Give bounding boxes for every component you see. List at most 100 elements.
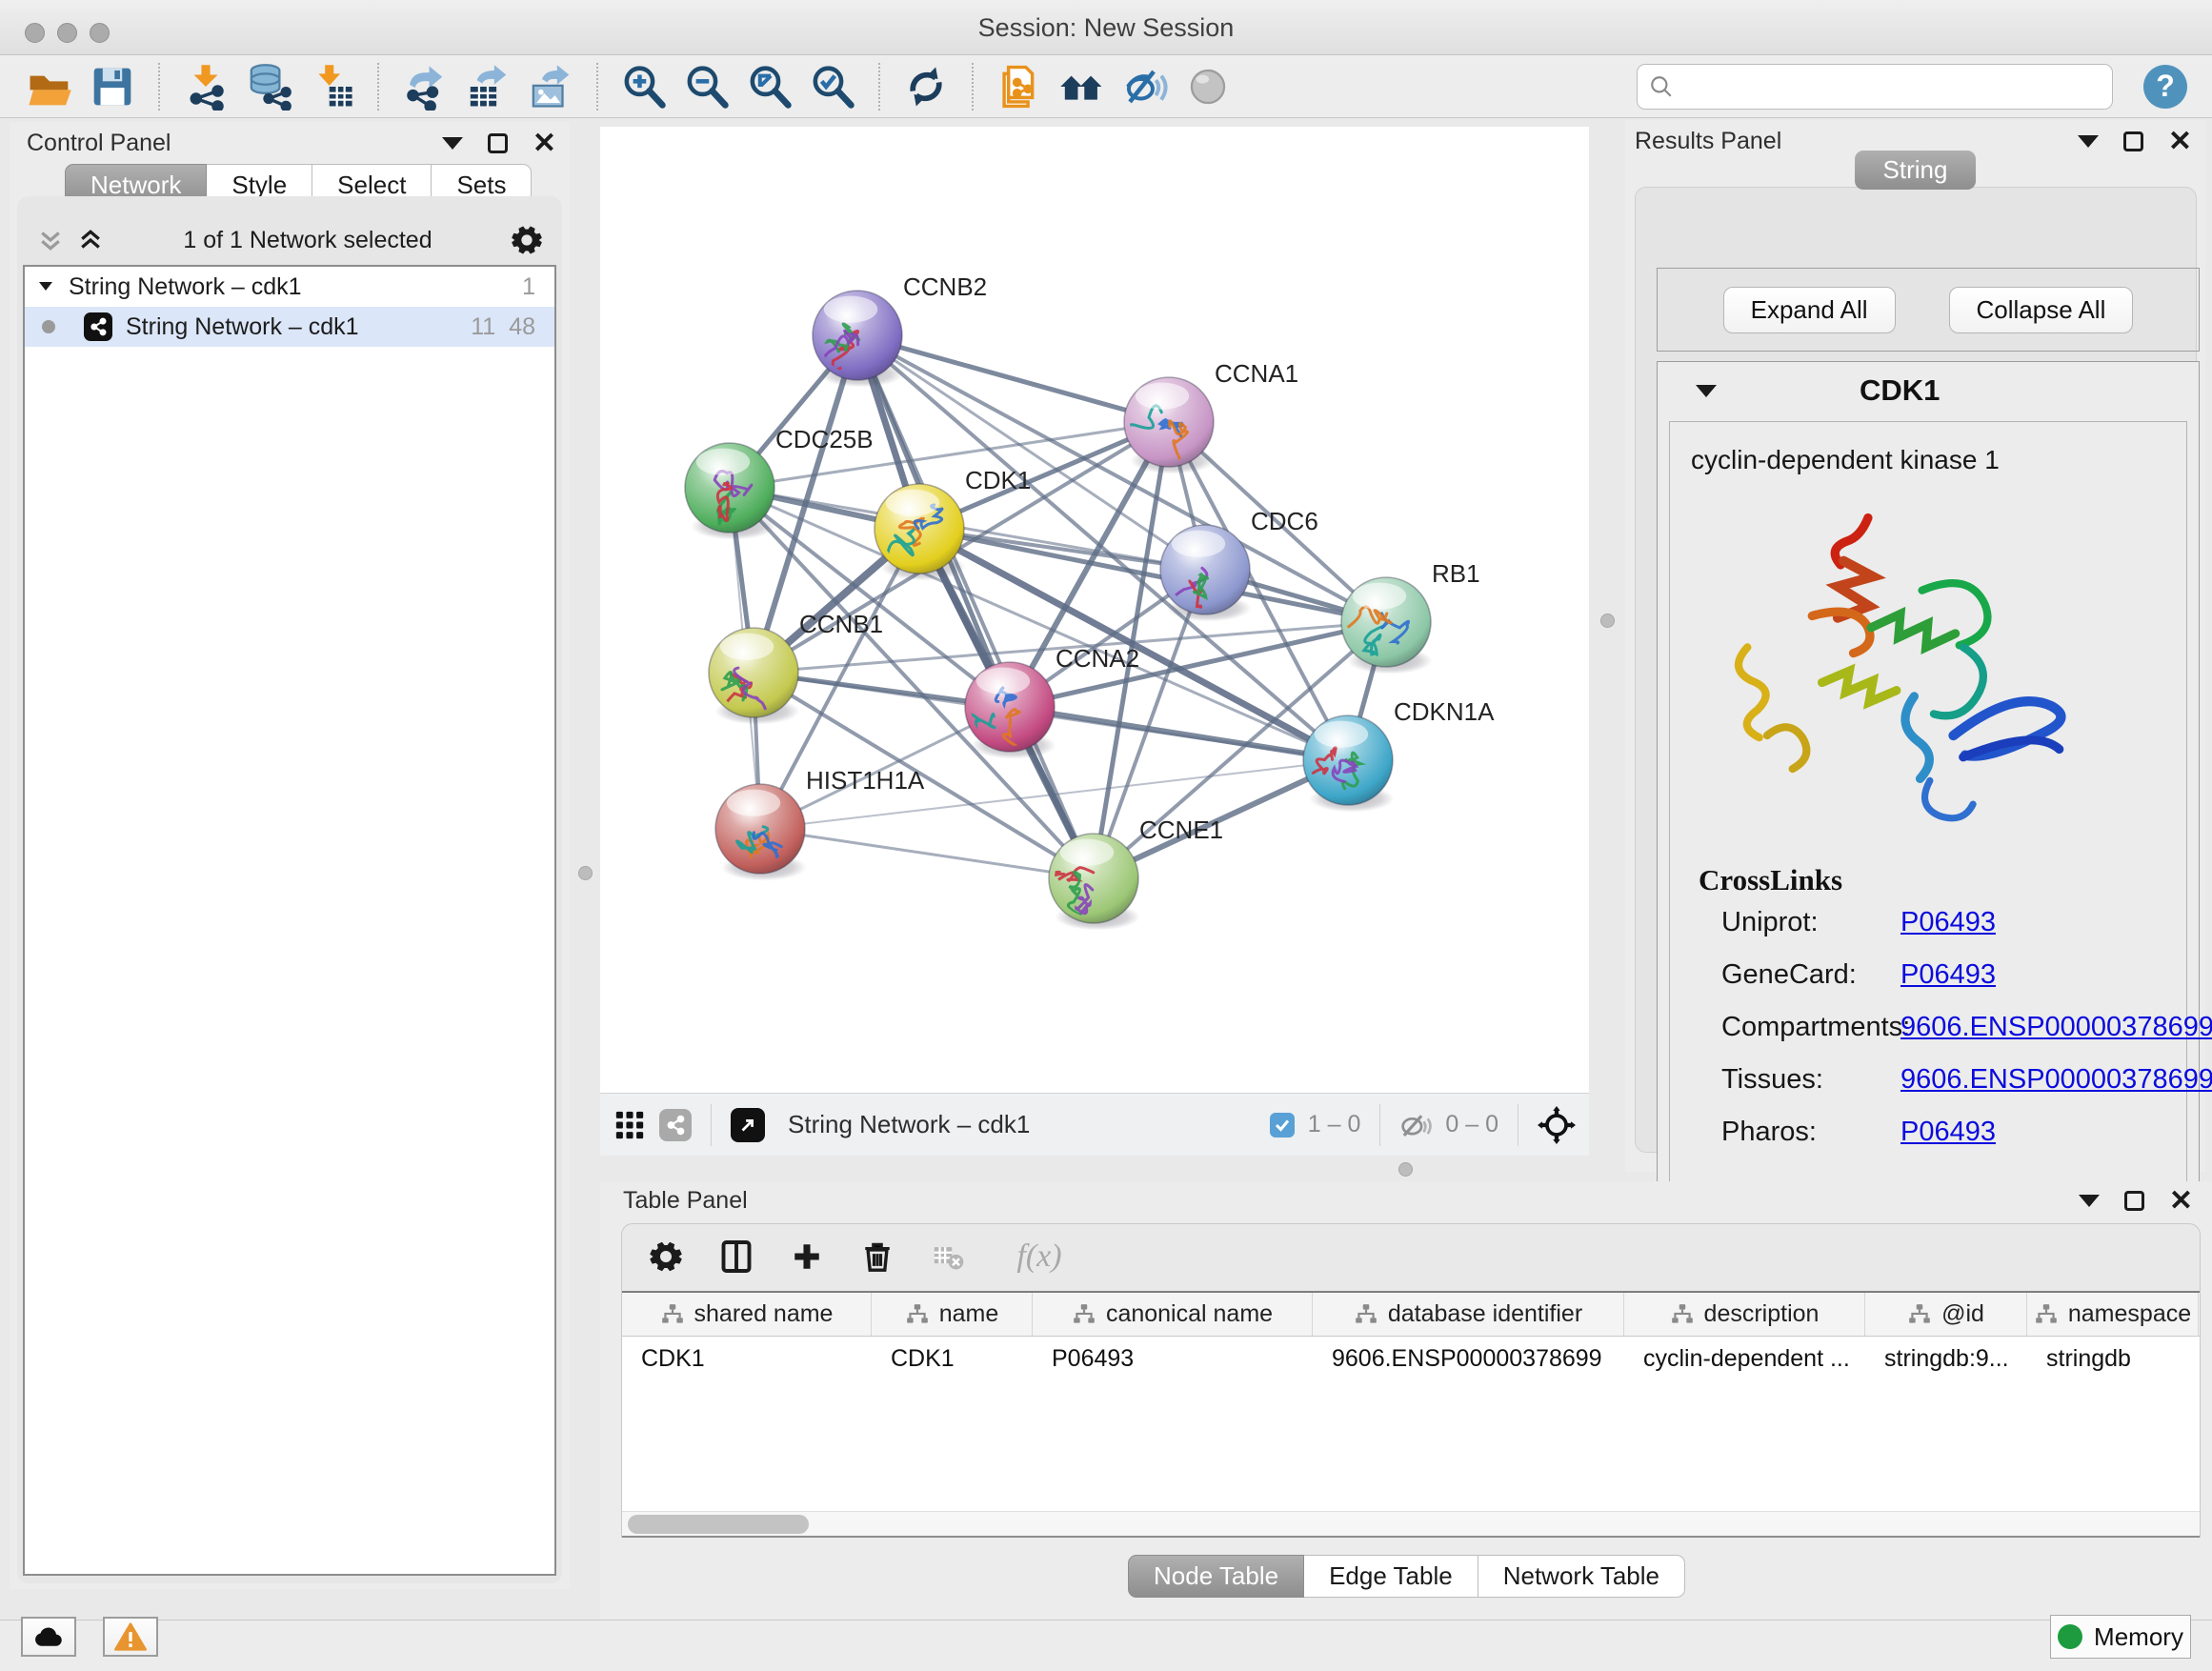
refresh-layout-icon[interactable] <box>901 62 951 111</box>
cloud-button[interactable] <box>21 1617 76 1657</box>
zoom-selected-icon[interactable] <box>808 62 857 111</box>
open-session-icon[interactable] <box>25 62 74 111</box>
network-collection-row[interactable]: String Network – cdk1 1 <box>25 267 554 307</box>
crosslink-value[interactable]: P06493 <box>1900 959 1996 991</box>
close-panel-icon[interactable]: ✕ <box>2168 132 2192 151</box>
close-panel-icon[interactable]: ✕ <box>533 134 556 153</box>
collapse-protein-icon[interactable] <box>1696 385 1717 397</box>
table-cell[interactable]: CDK1 <box>622 1337 872 1380</box>
import-network-file-icon[interactable] <box>181 62 231 111</box>
tab-string[interactable]: String <box>1855 151 1977 190</box>
search-input[interactable] <box>1681 72 2101 101</box>
crosslink-value[interactable]: 9606.ENSP00000378699 <box>1900 1012 2212 1043</box>
birdseye-nav-icon[interactable] <box>1538 1106 1576 1144</box>
clone-network-icon[interactable] <box>995 62 1044 111</box>
column-header-description[interactable]: description <box>1624 1293 1865 1336</box>
column-header-namespace[interactable]: namespace <box>2027 1293 2199 1336</box>
delete-table-icon[interactable] <box>929 1238 967 1276</box>
column-header-shared-name[interactable]: shared name <box>622 1293 872 1336</box>
edge-HIST1H1A-CCNE1[interactable] <box>760 829 1094 878</box>
export-image-icon[interactable] <box>526 62 575 111</box>
gear-icon[interactable] <box>511 224 543 256</box>
grid-view-icon[interactable] <box>613 1109 646 1141</box>
close-panel-icon[interactable]: ✕ <box>2169 1192 2193 1211</box>
right-splitter-handle[interactable] <box>1600 614 1615 628</box>
left-splitter-handle[interactable] <box>578 866 593 880</box>
table-cell[interactable]: P06493 <box>1033 1337 1313 1380</box>
birdseye-disabled-icon[interactable] <box>1183 62 1233 111</box>
zoom-out-icon[interactable] <box>682 62 732 111</box>
horizontal-scrollbar[interactable] <box>622 1511 2200 1536</box>
tab-network-table[interactable]: Network Table <box>1478 1555 1685 1598</box>
collapse-all-button[interactable]: Collapse All <box>1949 287 2134 333</box>
float-panel-icon[interactable] <box>2124 1191 2144 1211</box>
network-canvas[interactable]: CCNB2CCNA1CDC25BCDK1CDC6RB1CCNB1CCNA2CDK… <box>600 127 1589 1093</box>
export-table-icon[interactable] <box>463 62 513 111</box>
node-CDK1[interactable]: CDK1 <box>875 466 1031 581</box>
node-CCNA1[interactable]: CCNA1 <box>1099 359 1298 474</box>
network-graph[interactable]: CCNB2CCNA1CDC25BCDK1CDC6RB1CCNB1CCNA2CDK… <box>600 127 1589 1093</box>
export-network-icon[interactable] <box>400 62 450 111</box>
expand-all-icon[interactable] <box>76 226 105 254</box>
node-CCNB2[interactable]: CCNB2 <box>813 272 987 388</box>
home-pages-icon[interactable] <box>1057 62 1107 111</box>
float-panel-icon[interactable] <box>488 133 508 153</box>
toggle-visibility-icon[interactable] <box>1120 62 1170 111</box>
node-CDKN1A[interactable]: CDKN1A <box>1303 697 1495 813</box>
scrollbar-thumb[interactable] <box>628 1515 809 1534</box>
table-cell[interactable]: CDK1 <box>872 1337 1033 1380</box>
warning-button[interactable] <box>103 1617 158 1657</box>
panel-menu-icon[interactable] <box>442 137 463 150</box>
selected-checkbox-icon[interactable] <box>1270 1113 1295 1137</box>
panel-menu-icon[interactable] <box>2078 135 2099 148</box>
collapse-all-icon[interactable] <box>36 226 65 254</box>
bottom-splitter-handle[interactable] <box>1398 1162 1413 1177</box>
table-row[interactable]: CDK1CDK1P064939606.ENSP00000378699cyclin… <box>622 1337 2200 1380</box>
table-cell[interactable]: cyclin-dependent ... <box>1624 1337 1865 1380</box>
network-view-icon[interactable] <box>659 1109 692 1141</box>
float-panel-icon[interactable] <box>2123 131 2143 151</box>
network-row[interactable]: String Network – cdk1 11 48 <box>25 307 554 347</box>
tab-edge-table[interactable]: Edge Table <box>1304 1555 1478 1598</box>
table-gear-icon[interactable] <box>647 1238 685 1276</box>
crosslink-value[interactable]: P06493 <box>1900 1117 1996 1148</box>
column-header-canonical-name[interactable]: canonical name <box>1033 1293 1313 1336</box>
zoom-fit-icon[interactable] <box>745 62 794 111</box>
expand-all-button[interactable]: Expand All <box>1723 287 1896 333</box>
node-label-CCNA1: CCNA1 <box>1215 359 1298 388</box>
detach-view-icon[interactable] <box>731 1108 765 1142</box>
select-columns-icon[interactable] <box>717 1238 755 1276</box>
memory-button[interactable]: Memory <box>2050 1615 2191 1659</box>
search-field[interactable] <box>1637 64 2113 110</box>
node-CDC25B[interactable]: CDC25B <box>685 425 874 540</box>
memory-label: Memory <box>2094 1622 2183 1652</box>
column-label: name <box>939 1300 999 1328</box>
table-cell[interactable]: 9606.ENSP00000378699 <box>1313 1337 1624 1380</box>
panel-menu-icon[interactable] <box>2079 1195 2100 1207</box>
function-builder-icon[interactable]: f(x) <box>999 1238 1079 1276</box>
edge-CCNB2-CCNA1[interactable] <box>857 335 1169 422</box>
tab-node-table[interactable]: Node Table <box>1128 1555 1304 1598</box>
table-cell[interactable]: stringdb:9... <box>1865 1337 2027 1380</box>
crosslink-label: Compartments: <box>1721 1012 1900 1043</box>
node-RB1[interactable]: RB1 <box>1341 559 1480 674</box>
save-session-icon[interactable] <box>88 62 137 111</box>
node-HIST1H1A[interactable]: HIST1H1A <box>715 766 925 881</box>
node-CDC6[interactable]: CDC6 <box>1152 507 1318 624</box>
delete-column-icon[interactable] <box>858 1238 896 1276</box>
node-CCNB1[interactable]: CCNB1 <box>709 610 883 725</box>
table-cell[interactable]: stringdb <box>2027 1337 2199 1380</box>
column-header-name[interactable]: name <box>872 1293 1033 1336</box>
column-header-@id[interactable]: @id <box>1865 1293 2027 1336</box>
import-table-file-icon[interactable] <box>307 62 356 111</box>
table-panel: Table Panel ✕ <box>600 1181 2212 1620</box>
zoom-in-icon[interactable] <box>619 62 669 111</box>
column-header-database-identifier[interactable]: database identifier <box>1313 1293 1624 1336</box>
crosslink-value[interactable]: 9606.ENSP00000378699 <box>1900 1064 2212 1096</box>
add-column-icon[interactable] <box>788 1238 826 1276</box>
node-table[interactable]: shared name name canonical namedatabase id… <box>622 1291 2200 1538</box>
help-icon[interactable]: ? <box>2143 65 2187 109</box>
crosslink-value[interactable]: P06493 <box>1900 907 1996 938</box>
import-network-database-icon[interactable] <box>244 62 293 111</box>
tree-expand-icon[interactable] <box>36 277 55 296</box>
